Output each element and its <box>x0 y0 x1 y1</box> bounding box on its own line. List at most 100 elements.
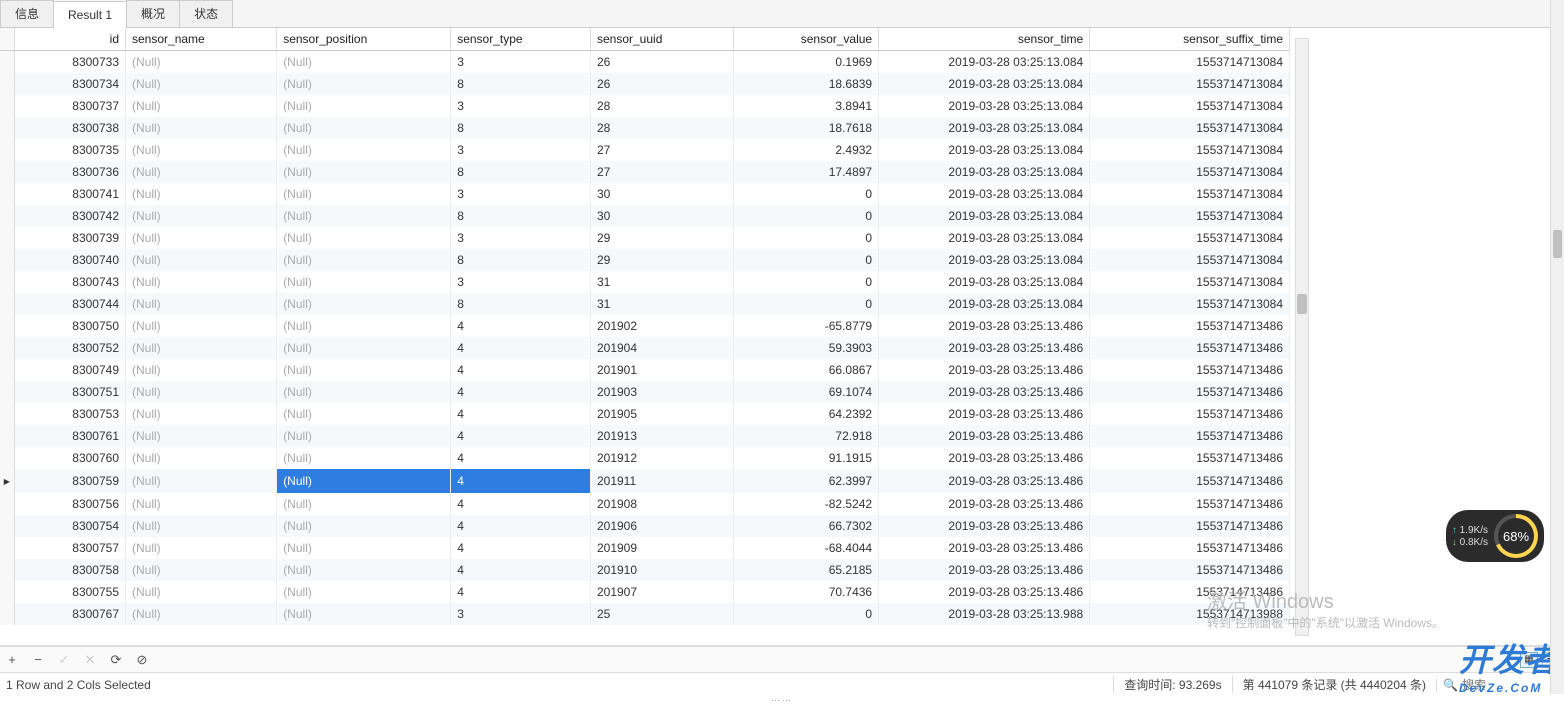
cell-sensor_name[interactable]: (Null) <box>126 425 277 447</box>
cell-sensor_name[interactable]: (Null) <box>126 447 277 469</box>
cell-sensor_value[interactable]: -68.4044 <box>733 537 878 559</box>
cell-sensor_name[interactable]: (Null) <box>126 581 277 603</box>
cell-sensor_position[interactable]: (Null) <box>277 359 451 381</box>
row-gutter[interactable] <box>0 515 14 537</box>
cell-id[interactable]: 8300759 <box>14 469 125 493</box>
row-gutter[interactable] <box>0 425 14 447</box>
cell-sensor_suffix_time[interactable]: 1553714713084 <box>1090 139 1290 161</box>
panel-resize-handle[interactable]: ⋯⋯ <box>762 695 802 701</box>
cell-sensor_value[interactable]: -65.8779 <box>733 315 878 337</box>
cell-sensor_value[interactable]: 65.2185 <box>733 559 878 581</box>
cell-sensor_name[interactable]: (Null) <box>126 493 277 515</box>
cell-sensor_time[interactable]: 2019-03-28 03:25:13.988 <box>879 603 1090 625</box>
table-row[interactable]: 8300736(Null)(Null)82717.48972019-03-28 … <box>0 161 1290 183</box>
cell-sensor_uuid[interactable]: 201910 <box>590 559 733 581</box>
cell-id[interactable]: 8300744 <box>14 293 125 315</box>
cell-sensor_time[interactable]: 2019-03-28 03:25:13.084 <box>879 95 1090 117</box>
row-gutter[interactable] <box>0 139 14 161</box>
cell-sensor_name[interactable]: (Null) <box>126 359 277 381</box>
cell-sensor_position[interactable]: (Null) <box>277 117 451 139</box>
column-header-sensor_uuid[interactable]: sensor_uuid <box>590 28 733 51</box>
cell-sensor_time[interactable]: 2019-03-28 03:25:13.486 <box>879 425 1090 447</box>
cell-sensor_type[interactable]: 3 <box>451 51 591 74</box>
row-gutter[interactable] <box>0 493 14 515</box>
cell-sensor_value[interactable]: 69.1074 <box>733 381 878 403</box>
tab-状态[interactable]: 状态 <box>179 0 233 27</box>
table-row[interactable]: 8300742(Null)(Null)83002019-03-28 03:25:… <box>0 205 1290 227</box>
cell-id[interactable]: 8300743 <box>14 271 125 293</box>
row-gutter[interactable] <box>0 117 14 139</box>
accept-changes-button[interactable]: ✓ <box>56 652 72 668</box>
cell-sensor_position[interactable]: (Null) <box>277 381 451 403</box>
cell-id[interactable]: 8300757 <box>14 537 125 559</box>
cell-sensor_time[interactable]: 2019-03-28 03:25:13.084 <box>879 51 1090 74</box>
cell-sensor_suffix_time[interactable]: 1553714713084 <box>1090 161 1290 183</box>
refresh-button[interactable]: ⟳ <box>108 652 124 668</box>
table-row[interactable]: 8300741(Null)(Null)33002019-03-28 03:25:… <box>0 183 1290 205</box>
cell-sensor_suffix_time[interactable]: 1553714713486 <box>1090 403 1290 425</box>
table-row[interactable]: 8300767(Null)(Null)32502019-03-28 03:25:… <box>0 603 1290 625</box>
cell-sensor_position[interactable]: (Null) <box>277 315 451 337</box>
cell-sensor_uuid[interactable]: 201904 <box>590 337 733 359</box>
cell-sensor_time[interactable]: 2019-03-28 03:25:13.084 <box>879 117 1090 139</box>
cell-sensor_position[interactable]: (Null) <box>277 183 451 205</box>
cell-sensor_type[interactable]: 8 <box>451 117 591 139</box>
cell-sensor_suffix_time[interactable]: 1553714713486 <box>1090 447 1290 469</box>
cell-sensor_type[interactable]: 4 <box>451 469 591 493</box>
cell-sensor_time[interactable]: 2019-03-28 03:25:13.486 <box>879 447 1090 469</box>
cell-sensor_uuid[interactable]: 29 <box>590 227 733 249</box>
cell-sensor_suffix_time[interactable]: 1553714713486 <box>1090 515 1290 537</box>
cell-sensor_uuid[interactable]: 26 <box>590 51 733 74</box>
cell-sensor_position[interactable]: (Null) <box>277 249 451 271</box>
cell-sensor_suffix_time[interactable]: 1553714713486 <box>1090 359 1290 381</box>
cell-sensor_uuid[interactable]: 201902 <box>590 315 733 337</box>
cell-sensor_uuid[interactable]: 27 <box>590 161 733 183</box>
cell-sensor_uuid[interactable]: 30 <box>590 183 733 205</box>
cell-sensor_uuid[interactable]: 201911 <box>590 469 733 493</box>
cell-sensor_position[interactable]: (Null) <box>277 537 451 559</box>
cell-sensor_uuid[interactable]: 28 <box>590 95 733 117</box>
cell-sensor_name[interactable]: (Null) <box>126 51 277 74</box>
cell-sensor_position[interactable]: (Null) <box>277 425 451 447</box>
row-gutter[interactable] <box>0 205 14 227</box>
cell-sensor_uuid[interactable]: 25 <box>590 603 733 625</box>
cell-sensor_time[interactable]: 2019-03-28 03:25:13.486 <box>879 493 1090 515</box>
cell-id[interactable]: 8300767 <box>14 603 125 625</box>
cell-sensor_uuid[interactable]: 26 <box>590 73 733 95</box>
cell-sensor_position[interactable]: (Null) <box>277 469 451 493</box>
cell-sensor_name[interactable]: (Null) <box>126 227 277 249</box>
cell-sensor_uuid[interactable]: 31 <box>590 271 733 293</box>
cell-sensor_value[interactable]: 0 <box>733 271 878 293</box>
cell-sensor_type[interactable]: 3 <box>451 603 591 625</box>
cell-sensor_time[interactable]: 2019-03-28 03:25:13.084 <box>879 271 1090 293</box>
cell-sensor_value[interactable]: 3.8941 <box>733 95 878 117</box>
cell-sensor_type[interactable]: 4 <box>451 559 591 581</box>
cell-sensor_position[interactable]: (Null) <box>277 51 451 74</box>
cell-sensor_value[interactable]: 0 <box>733 227 878 249</box>
cell-sensor_name[interactable]: (Null) <box>126 515 277 537</box>
cell-sensor_value[interactable]: 66.7302 <box>733 515 878 537</box>
cell-sensor_name[interactable]: (Null) <box>126 95 277 117</box>
cell-sensor_value[interactable]: 64.2392 <box>733 403 878 425</box>
table-row[interactable]: 8300740(Null)(Null)82902019-03-28 03:25:… <box>0 249 1290 271</box>
cell-id[interactable]: 8300750 <box>14 315 125 337</box>
cell-sensor_type[interactable]: 8 <box>451 73 591 95</box>
column-header-sensor_type[interactable]: sensor_type <box>451 28 591 51</box>
row-gutter[interactable] <box>0 73 14 95</box>
row-gutter-header[interactable] <box>0 28 14 51</box>
cell-sensor_uuid[interactable]: 201905 <box>590 403 733 425</box>
cell-sensor_time[interactable]: 2019-03-28 03:25:13.486 <box>879 537 1090 559</box>
cell-sensor_type[interactable]: 3 <box>451 271 591 293</box>
cell-sensor_type[interactable]: 3 <box>451 139 591 161</box>
column-header-sensor_time[interactable]: sensor_time <box>879 28 1090 51</box>
cell-sensor_time[interactable]: 2019-03-28 03:25:13.486 <box>879 337 1090 359</box>
cell-sensor_uuid[interactable]: 201912 <box>590 447 733 469</box>
cell-sensor_uuid[interactable]: 28 <box>590 117 733 139</box>
table-row[interactable]: 8300749(Null)(Null)420190166.08672019-03… <box>0 359 1290 381</box>
table-row[interactable]: 8300743(Null)(Null)33102019-03-28 03:25:… <box>0 271 1290 293</box>
cell-sensor_suffix_time[interactable]: 1553714713084 <box>1090 95 1290 117</box>
cell-sensor_time[interactable]: 2019-03-28 03:25:13.084 <box>879 205 1090 227</box>
cell-sensor_name[interactable]: (Null) <box>126 603 277 625</box>
row-gutter[interactable] <box>0 337 14 359</box>
cell-sensor_type[interactable]: 8 <box>451 249 591 271</box>
